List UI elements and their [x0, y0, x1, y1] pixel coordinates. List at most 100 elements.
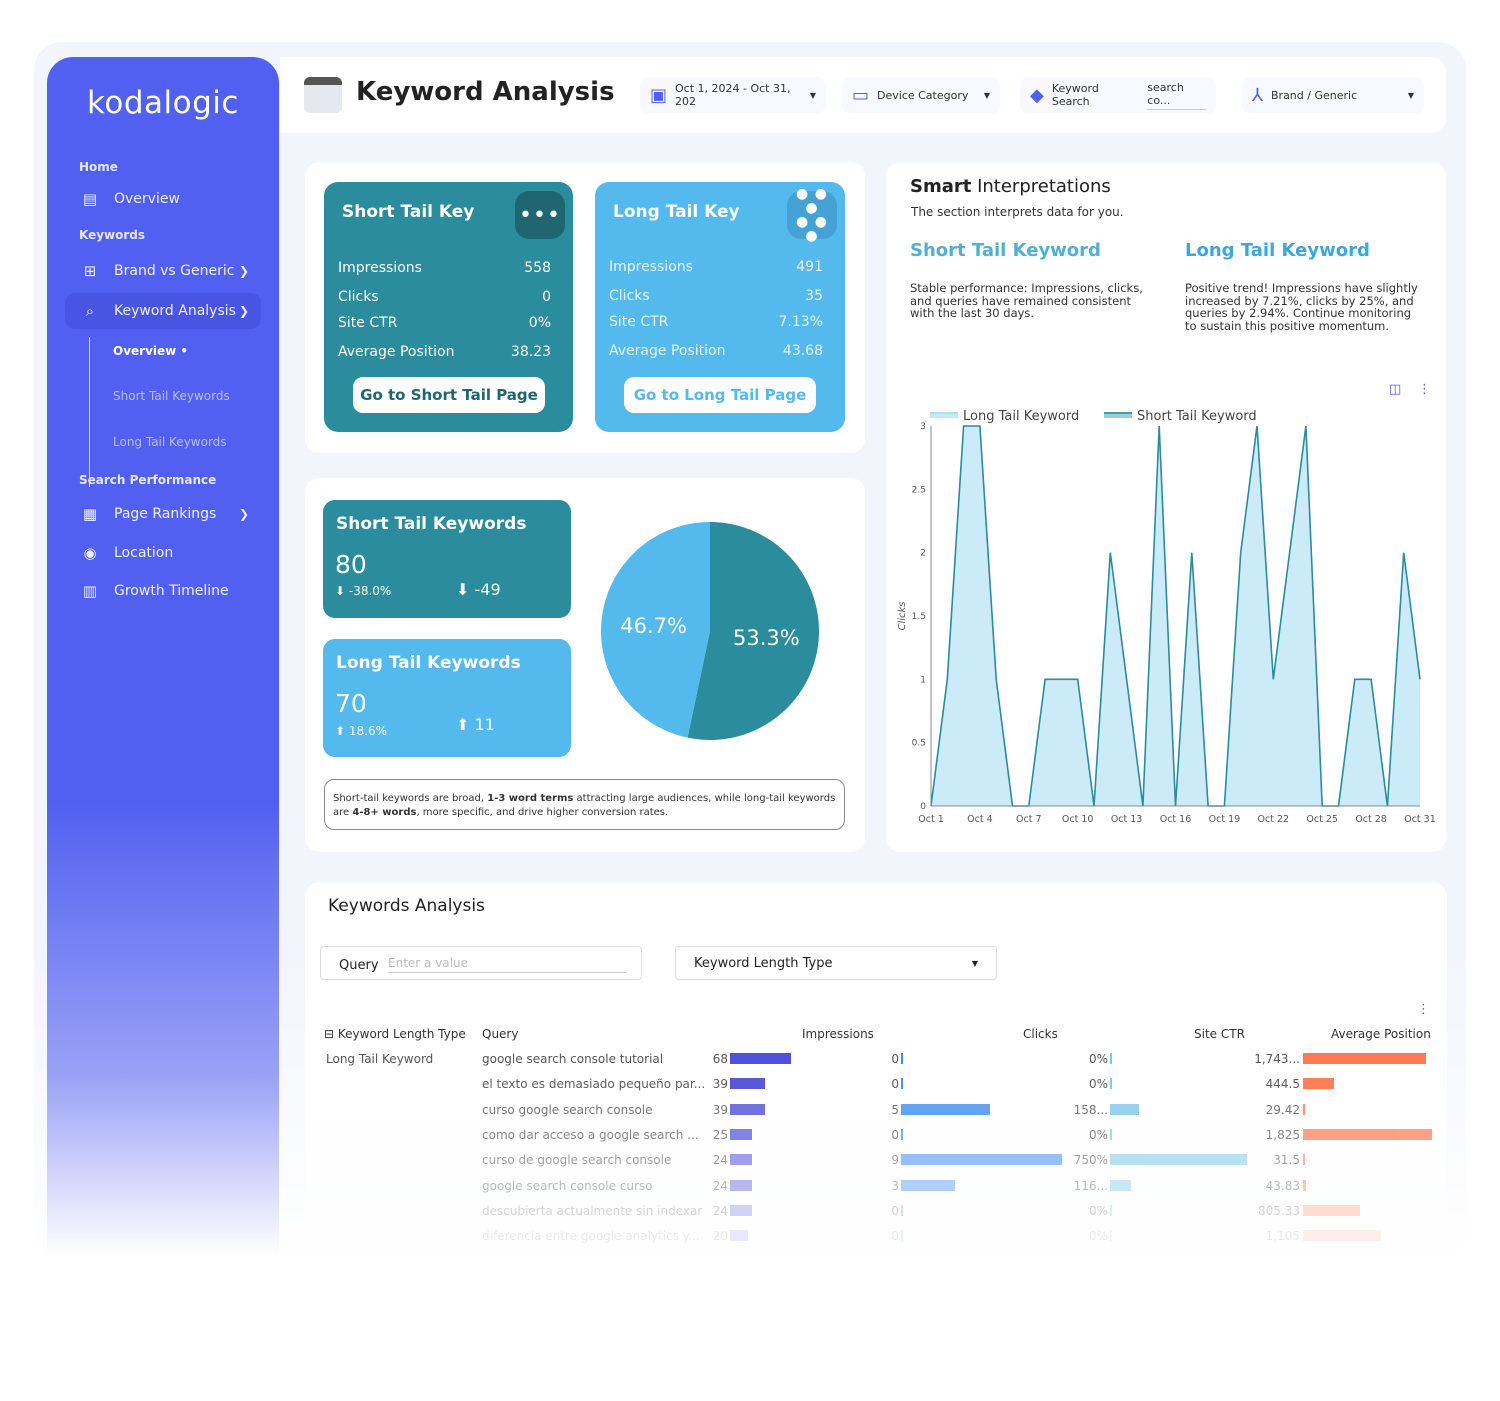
- more-vertical-icon[interactable]: ⋮: [1418, 382, 1431, 397]
- chart-settings-icon[interactable]: ◫: [1389, 382, 1401, 397]
- chevron-down-icon[interactable]: ❯: [239, 304, 249, 318]
- keyword-search-label: Keyword Search: [1051, 82, 1099, 108]
- header-query[interactable]: Query: [482, 1027, 518, 1041]
- card-title: Short Tail Key: [342, 202, 475, 222]
- x-tick-label: Oct 31: [1404, 814, 1436, 825]
- sidebar-item-location[interactable]: ◉ Location: [65, 535, 261, 571]
- impressions-cell: 25: [712, 1127, 728, 1142]
- impressions-cell: 24: [712, 1178, 728, 1193]
- keyword-search[interactable]: ◆ Keyword Search search co...: [1020, 77, 1216, 113]
- ctr-bar: [1110, 1103, 1139, 1115]
- dropdown-arrow-icon: ▼: [971, 959, 978, 968]
- keyword-length-dropdown[interactable]: Keyword Length Type ▼: [675, 946, 997, 980]
- summary-title: Short Tail Keywords: [336, 514, 527, 534]
- header-impressions[interactable]: Impressions: [802, 1027, 874, 1041]
- impressions-bar: [730, 1078, 765, 1090]
- query-input[interactable]: Enter a value: [388, 956, 626, 973]
- arrow-up-icon: ⬆: [335, 724, 349, 738]
- keyword-definition-note: Short-tail keywords are broad, 1-3 word …: [324, 779, 845, 830]
- go-to-short-tail-button[interactable]: Go to Short Tail Page: [353, 377, 545, 413]
- go-to-long-tail-button[interactable]: Go to Long Tail Page: [624, 377, 816, 413]
- more-dots-icon[interactable]: •••: [515, 191, 565, 239]
- chevron-down-icon[interactable]: ❯: [239, 264, 249, 278]
- fork-icon: ⅄: [1252, 84, 1263, 106]
- query-filter[interactable]: Query Enter a value: [320, 946, 642, 980]
- sidebar-item-overview[interactable]: ▤ Overview: [65, 181, 261, 217]
- date-range-picker[interactable]: ▣ Oct 1, 2024 - Oct 31, 202 ▼: [640, 77, 826, 113]
- sidebar-item-label: Location: [114, 545, 174, 561]
- add-layers-icon: ⊞: [83, 262, 97, 280]
- device-category-filter[interactable]: ▭ Device Category ▼: [842, 77, 1000, 113]
- short-tail-interp-title: Short Tail Keyword: [910, 240, 1101, 261]
- query-filter-label: Query: [339, 958, 379, 973]
- legend-label[interactable]: Short Tail Keyword: [1137, 409, 1257, 424]
- sidebar-item-label: Page Rankings: [114, 506, 217, 522]
- location-pin-icon: ◉: [83, 544, 97, 562]
- layout-icon: ▤: [82, 190, 98, 208]
- sidebar-item-page-rankings[interactable]: ▦ Page Rankings ❯: [65, 496, 261, 532]
- position-cell: 1,743...: [1254, 1052, 1300, 1066]
- section-keywords: Keywords: [79, 228, 146, 242]
- subitem-long-tail[interactable]: Long Tail Keywords: [113, 435, 227, 449]
- header-clicks[interactable]: Clicks: [1023, 1027, 1058, 1041]
- x-tick-label: Oct 22: [1258, 814, 1290, 825]
- short-tail-card: Short Tail Key ••• Impressions 558 Clicks…: [324, 182, 573, 432]
- dropdown-arrow-icon: ▼: [1407, 90, 1414, 100]
- position-cell: 1,825: [1265, 1127, 1300, 1142]
- clicks-cell: 3: [891, 1178, 899, 1193]
- summary-pct: ⬆ 18.6%: [335, 724, 387, 738]
- position-bar: [1303, 1154, 1306, 1166]
- position-cell: 31.5: [1273, 1153, 1300, 1168]
- dropdown-arrow-icon: ▼: [809, 90, 816, 100]
- subitem-overview[interactable]: Overview •: [113, 344, 188, 358]
- sidebar: kodalogic Home ▤ Overview Keywords ⊞ Brand…: [47, 57, 279, 1257]
- card-title: Long Tail Key: [613, 202, 740, 222]
- x-tick-label: Oct 7: [1016, 814, 1042, 825]
- summary-pct: ⬇ -38.0%: [335, 584, 392, 598]
- sidebar-item-growth-timeline[interactable]: ▥ Growth Timeline: [65, 573, 261, 609]
- clicks-area-chart: 0 0.5 1 1.5 2 2.5 3 Clicks Oct 1 Oct 4 Oct 7 Oct 10…: [897, 409, 1436, 825]
- clicks-bar: [901, 1179, 955, 1191]
- chevron-down-icon[interactable]: ❯: [239, 507, 249, 521]
- y-tick-label: 1.5: [912, 612, 926, 622]
- header-site-ctr[interactable]: Site CTR: [1194, 1027, 1245, 1041]
- ctr-bar: [1110, 1179, 1132, 1191]
- subitem-short-tail[interactable]: Short Tail Keywords: [113, 389, 230, 403]
- x-tick-label: Oct 28: [1355, 814, 1387, 825]
- sidebar-item-keyword-analysis[interactable]: ⌕ Keyword Analysis ❯: [65, 293, 261, 329]
- ctr-cell: 116...: [1073, 1178, 1108, 1193]
- brand-generic-filter[interactable]: ⅄ Brand / Generic ▼: [1242, 77, 1424, 113]
- logo: kodalogic: [87, 85, 239, 121]
- metric-row: Impressions 491: [609, 259, 823, 275]
- query-cell: curso google search console: [482, 1102, 653, 1117]
- arrow-down-icon: ⬇: [456, 580, 475, 599]
- ctr-cell: 0%: [1088, 1229, 1108, 1244]
- legend-label[interactable]: Long Tail Keyword: [963, 409, 1079, 424]
- section-home: Home: [79, 160, 118, 174]
- y-tick-label: 0: [920, 802, 926, 812]
- x-tick-label: Oct 16: [1160, 814, 1192, 825]
- header: Keyword Analysis ▣ Oct 1, 2024 - Oct 31, …: [280, 57, 1446, 133]
- grid-dots-icon[interactable]: ● ● ● ● ● ●: [787, 187, 837, 243]
- position-bar: [1303, 1078, 1335, 1090]
- ctr-cell: 0%: [1088, 1052, 1108, 1066]
- header-average-position[interactable]: Average Position: [1331, 1027, 1431, 1041]
- x-tick-label: Oct 19: [1209, 814, 1241, 825]
- ctr-bar: [1110, 1078, 1112, 1090]
- position-bar: [1303, 1103, 1306, 1115]
- metric-row: Impressions 558: [338, 260, 551, 276]
- section-title: Smart Interpretations: [910, 176, 1111, 197]
- header-keyword-length-type[interactable]: ⊟ Keyword Length Type: [324, 1027, 466, 1041]
- keyword-search-input[interactable]: search co...: [1147, 81, 1206, 110]
- x-tick-label: Oct 1: [918, 814, 944, 825]
- date-range-value: Oct 1, 2024 - Oct 31, 202: [675, 82, 791, 108]
- ctr-bar: [1110, 1204, 1112, 1216]
- sidebar-item-label: Brand vs Generic: [114, 263, 235, 279]
- sidebar-item-brand-vs-generic[interactable]: ⊞ Brand vs Generic ❯: [65, 253, 261, 289]
- search-chart-icon: ⌕: [85, 302, 95, 320]
- more-vertical-icon[interactable]: ⋮: [1417, 1002, 1430, 1017]
- y-axis-label: Clicks: [897, 601, 908, 630]
- impressions-cell: 68: [712, 1052, 728, 1066]
- clicks-bar: [901, 1154, 1062, 1166]
- long-tail-interp-text: Positive trend! Impressions have slightl…: [1185, 281, 1418, 333]
